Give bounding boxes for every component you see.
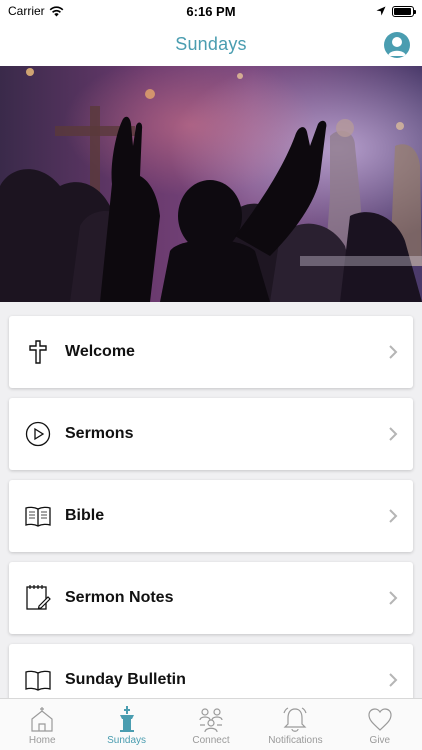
menu-list: Welcome Sermons Bible Sermon Notes Sunda… (0, 302, 422, 698)
status-right (376, 5, 416, 17)
battery-fill (394, 7, 412, 15)
menu-item-sermon-notes[interactable]: Sermon Notes (9, 562, 413, 634)
menu-item-label: Welcome (65, 343, 135, 360)
tab-bar: Home Sundays Connect Notifications Give (0, 698, 422, 750)
heart-icon (368, 708, 392, 731)
menu-item-sermons[interactable]: Sermons (9, 398, 413, 470)
pulpit-icon (119, 706, 134, 732)
play-circle-icon (23, 419, 53, 449)
worship-crowd-photo (0, 66, 422, 302)
church-icon (31, 707, 53, 732)
carrier-label: Carrier (8, 4, 45, 18)
profile-button[interactable] (384, 32, 410, 58)
menu-item-label: Sunday Bulletin (65, 671, 186, 688)
chevron-right-icon (389, 509, 398, 523)
group-icon (199, 708, 223, 733)
tab-label: Notifications (268, 735, 323, 746)
open-book-icon (23, 501, 53, 531)
chevron-right-icon (389, 673, 398, 687)
tab-label: Sundays (107, 735, 147, 746)
menu-item-label: Sermons (65, 425, 134, 442)
navigation-bar: Sundays (0, 22, 422, 66)
menu-item-bible[interactable]: Bible (9, 480, 413, 552)
location-arrow-icon (376, 6, 386, 16)
tab-label: Connect (192, 735, 230, 746)
tab-home[interactable]: Home (0, 699, 84, 750)
menu-item-label: Bible (65, 507, 105, 524)
menu-item-label: Sermon Notes (65, 589, 174, 606)
chevron-right-icon (389, 591, 398, 605)
tab-sundays[interactable]: Sundays (84, 699, 168, 750)
book-icon (23, 665, 53, 695)
bell-icon (283, 707, 307, 732)
chevron-right-icon (389, 427, 398, 441)
notepad-icon (23, 583, 53, 613)
status-bar: Carrier 6:16 PM (0, 0, 422, 22)
cross-icon (23, 337, 53, 367)
tab-label: Give (369, 735, 391, 746)
person-icon (388, 37, 406, 56)
status-left: Carrier (8, 4, 64, 18)
hero-image (0, 66, 422, 302)
menu-item-welcome[interactable]: Welcome (9, 316, 413, 388)
chevron-right-icon (389, 345, 398, 359)
wifi-icon (49, 5, 64, 16)
tab-notifications[interactable]: Notifications (253, 699, 337, 750)
page-title: Sundays (175, 33, 247, 54)
battery-icon (392, 5, 416, 17)
tab-connect[interactable]: Connect (169, 699, 253, 750)
tab-give[interactable]: Give (338, 699, 422, 750)
tab-label: Home (28, 735, 56, 746)
menu-item-sunday-bulletin[interactable]: Sunday Bulletin (9, 644, 413, 698)
